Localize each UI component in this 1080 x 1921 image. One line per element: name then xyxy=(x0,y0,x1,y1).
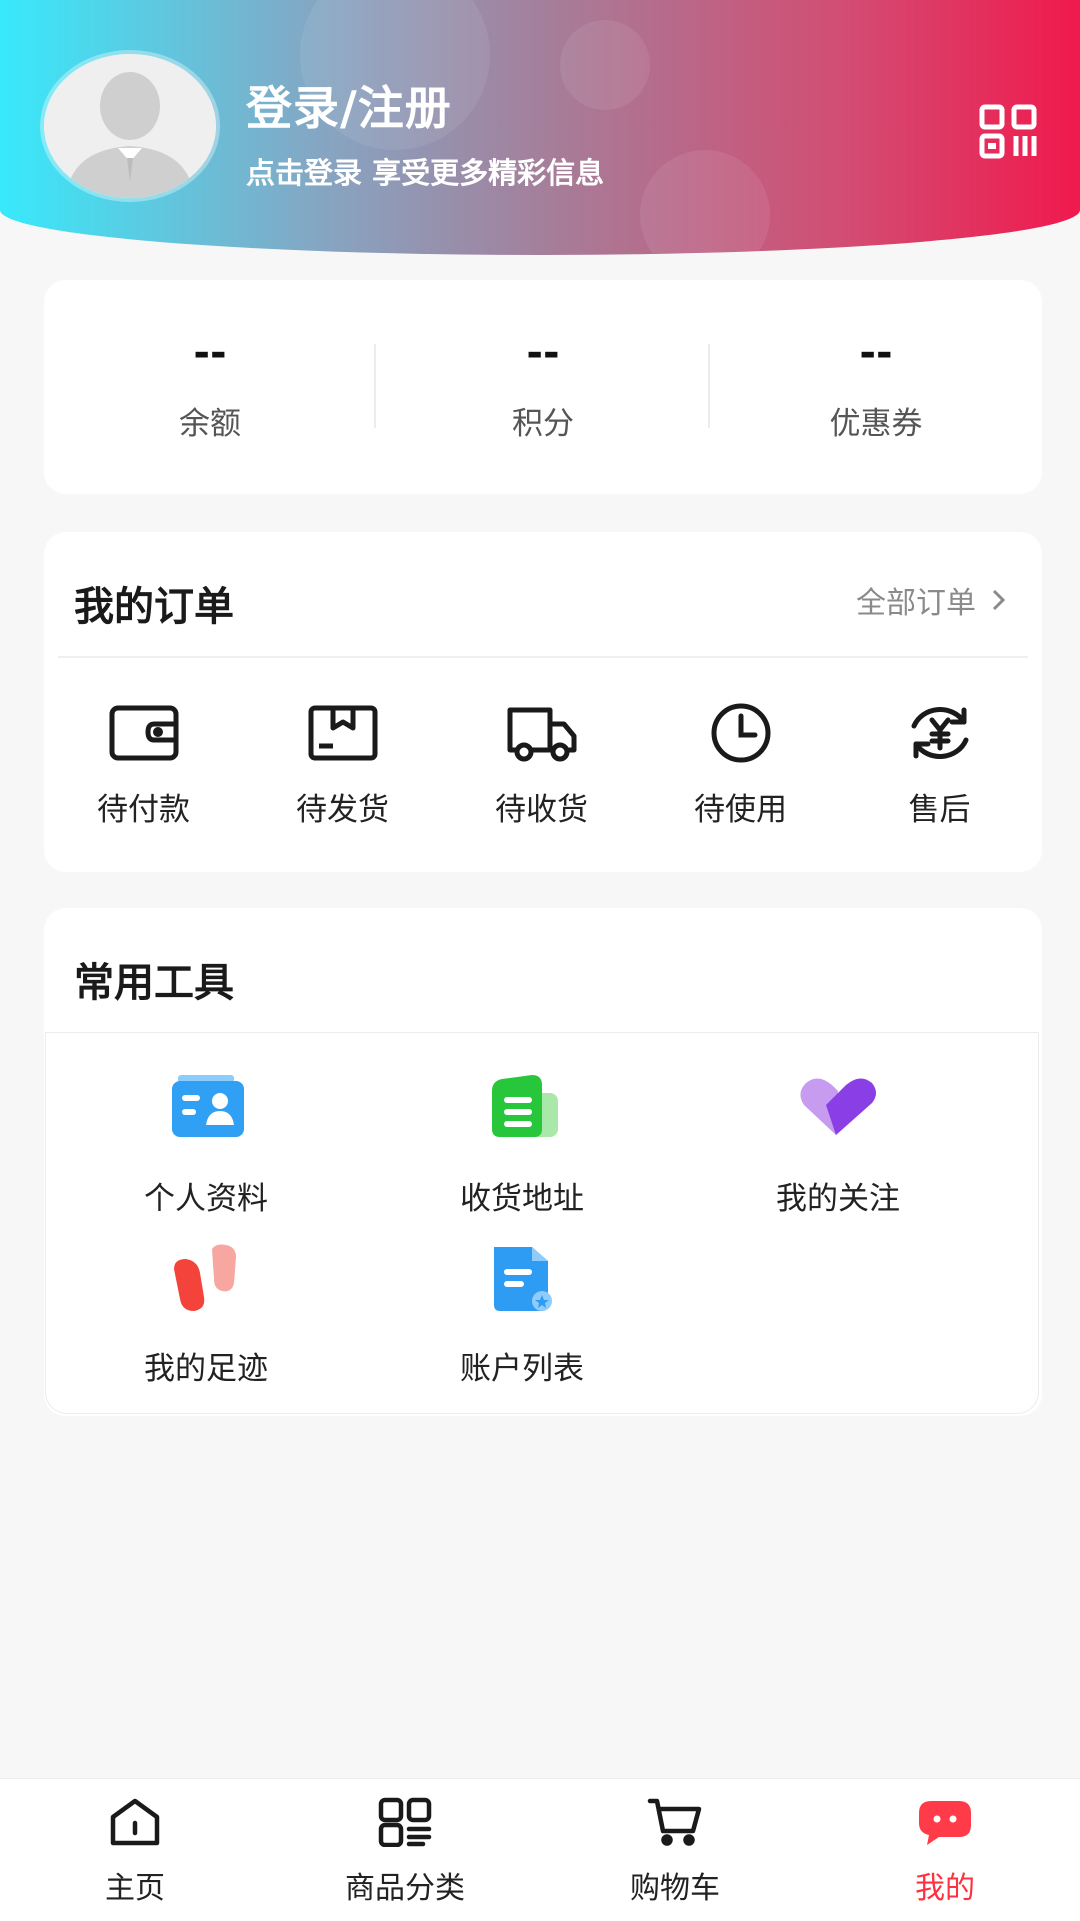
avatar[interactable] xyxy=(44,54,216,198)
default-avatar-icon xyxy=(44,54,216,198)
my-chat-icon xyxy=(919,1801,971,1845)
qr-code-icon xyxy=(979,104,1037,159)
chevron-right-icon xyxy=(992,589,1006,611)
coupons-stat[interactable]: -- 优惠券 xyxy=(710,280,1042,494)
stat-divider xyxy=(374,344,376,428)
home-icon xyxy=(110,1798,160,1846)
balance-label: 余额 xyxy=(179,406,241,442)
tab-home[interactable]: 主页 xyxy=(0,1779,270,1921)
divider xyxy=(58,656,1028,658)
orders-title: 我的订单 xyxy=(74,584,234,630)
order-item-label: 待付款 xyxy=(97,792,190,828)
tab-categories[interactable]: 商品分类 xyxy=(270,1779,540,1921)
order-pending-receipt[interactable]: 待收货 xyxy=(442,702,641,842)
bottom-tab-bar: 主页 商品分类 购物车 我的 xyxy=(0,1778,1080,1921)
order-item-label: 待发货 xyxy=(296,792,389,828)
tab-label: 购物车 xyxy=(630,1871,720,1906)
account-list-icon xyxy=(494,1247,552,1311)
balance-stat[interactable]: -- 余额 xyxy=(44,280,376,494)
wallet-icon xyxy=(109,705,179,761)
tools-title: 常用工具 xyxy=(74,960,234,1006)
account-stats-card: -- 余额 -- 积分 -- 优惠券 xyxy=(44,280,1042,494)
footprint-icon xyxy=(174,1244,236,1311)
order-pending-shipment[interactable]: 待发货 xyxy=(243,702,442,842)
all-orders-label: 全部订单 xyxy=(856,586,976,621)
my-orders-card: 我的订单 全部订单 待付款 待发货 待收货 待使用 售后 xyxy=(44,532,1042,872)
order-item-label: 待收货 xyxy=(495,792,588,828)
tool-following[interactable]: 我的关注 xyxy=(680,1073,996,1223)
tool-label: 收货地址 xyxy=(460,1181,584,1217)
heart-icon xyxy=(800,1078,876,1135)
profile-card-icon xyxy=(172,1075,244,1137)
tool-address[interactable]: 收货地址 xyxy=(364,1073,680,1223)
tab-label: 商品分类 xyxy=(345,1871,465,1906)
tab-mine[interactable]: 我的 xyxy=(810,1779,1080,1921)
coupons-value: -- xyxy=(859,330,893,376)
coupons-label: 优惠券 xyxy=(829,406,923,442)
truck-icon xyxy=(507,707,577,762)
cart-icon xyxy=(647,1798,702,1846)
address-icon xyxy=(492,1075,558,1137)
common-tools-card: 常用工具 个人资料 收货地址 我的关注 我的足迹 账户列表 xyxy=(44,908,1042,1416)
tool-label: 账户列表 xyxy=(460,1351,584,1387)
order-pending-use[interactable]: 待使用 xyxy=(641,702,840,842)
tab-label: 主页 xyxy=(105,1871,165,1906)
tab-cart[interactable]: 购物车 xyxy=(540,1779,810,1921)
balance-value: -- xyxy=(193,330,227,376)
tool-label: 个人资料 xyxy=(144,1181,268,1217)
order-item-label: 售后 xyxy=(908,792,971,828)
login-register-title[interactable]: 登录/注册 xyxy=(246,72,452,138)
tool-profile[interactable]: 个人资料 xyxy=(48,1073,364,1223)
profile-header: 登录/注册 点击登录 享受更多精彩信息 xyxy=(0,0,1080,255)
tab-label: 我的 xyxy=(915,1871,975,1906)
points-stat[interactable]: -- 积分 xyxy=(377,280,709,494)
tool-account-list[interactable]: 账户列表 xyxy=(364,1243,680,1393)
tool-label: 我的足迹 xyxy=(144,1351,268,1387)
category-icon xyxy=(378,1797,432,1847)
package-icon xyxy=(308,705,378,761)
tools-grid: 个人资料 收货地址 我的关注 我的足迹 账户列表 xyxy=(45,1032,1039,1414)
login-hint[interactable]: 点击登录 享受更多精彩信息 xyxy=(246,150,604,192)
points-label: 积分 xyxy=(512,406,574,442)
qr-code-button[interactable] xyxy=(978,104,1042,160)
all-orders-link[interactable]: 全部订单 xyxy=(856,578,1008,622)
tool-footprints[interactable]: 我的足迹 xyxy=(48,1243,364,1393)
tool-label: 我的关注 xyxy=(776,1181,900,1217)
refund-yuan-icon xyxy=(911,707,969,759)
points-value: -- xyxy=(526,330,560,376)
clock-icon xyxy=(711,703,771,763)
order-item-label: 待使用 xyxy=(694,792,787,828)
order-pending-payment[interactable]: 待付款 xyxy=(44,702,243,842)
order-after-sales[interactable]: 售后 xyxy=(840,702,1039,842)
